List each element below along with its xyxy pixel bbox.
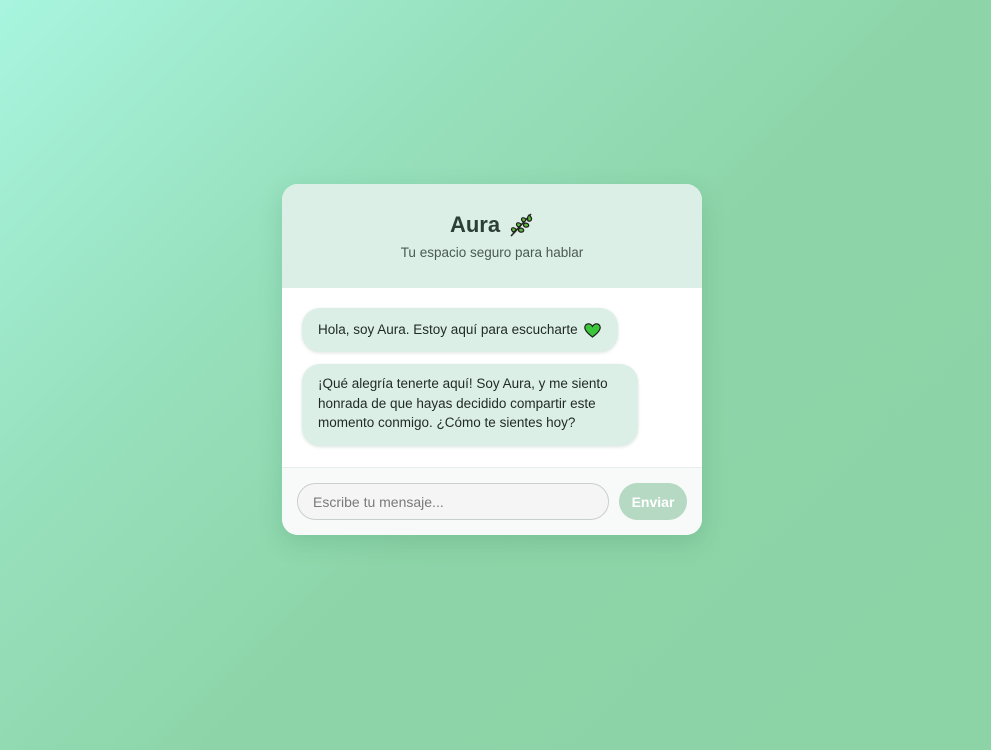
app-title: Aura [449, 212, 501, 237]
app-subtitle: Tu espacio seguro para hablar [400, 245, 584, 260]
herb-leaf-icon [508, 212, 534, 238]
composer-bar: Enviar [282, 467, 702, 535]
send-button[interactable]: Enviar [619, 483, 687, 520]
chat-header: Aura Tu espacio seguro para hablar [282, 184, 702, 288]
chat-window: Aura Tu espacio seguro para hablar Hola,… [282, 184, 702, 535]
message-input[interactable] [297, 483, 609, 520]
message-bubble-aura-2: ¡Qué alegría tenerte aquí! Soy Aura, y m… [302, 364, 638, 446]
title-row: Aura [282, 211, 702, 239]
message-text: ¡Qué alegría tenerte aquí! Soy Aura, y m… [318, 376, 608, 430]
green-heart-icon [583, 322, 601, 338]
message-bubble-aura-1: Hola, soy Aura. Estoy aquí para escuchar… [302, 308, 618, 352]
message-text: Hola, soy Aura. Estoy aquí para escuchar… [318, 322, 578, 338]
message-list: Hola, soy Aura. Estoy aquí para escuchar… [282, 288, 702, 467]
